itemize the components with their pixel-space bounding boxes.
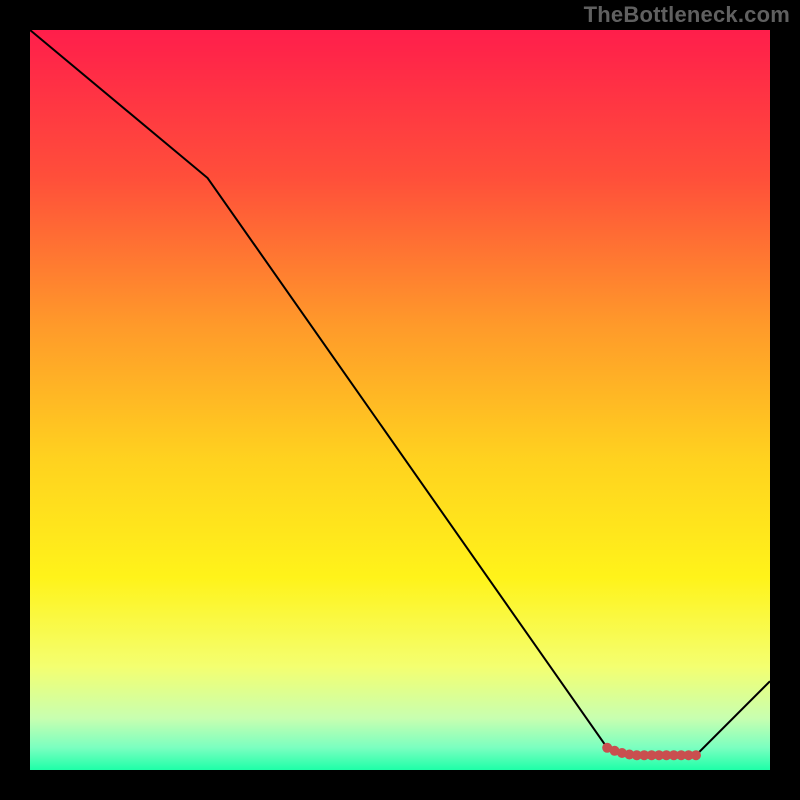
marker-dot xyxy=(691,750,701,760)
watermark-text: TheBottleneck.com xyxy=(584,2,790,28)
chart-svg xyxy=(30,30,770,770)
gradient-background xyxy=(30,30,770,770)
plot-area xyxy=(30,30,770,770)
chart-frame: TheBottleneck.com xyxy=(0,0,800,800)
